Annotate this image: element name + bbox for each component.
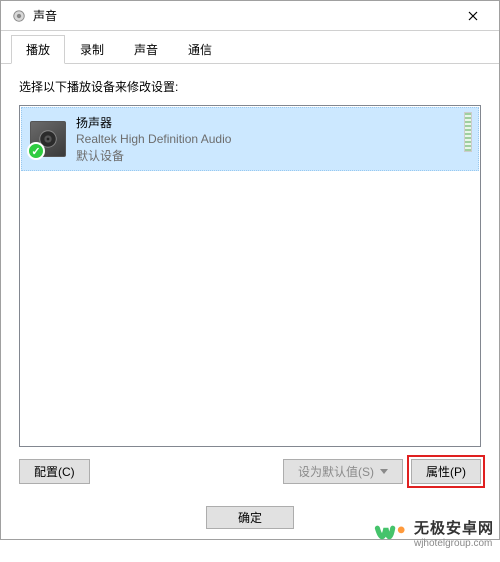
- device-item-speakers[interactable]: ✓ 扬声器 Realtek High Definition Audio 默认设备: [21, 107, 479, 171]
- device-list[interactable]: ✓ 扬声器 Realtek High Definition Audio 默认设备: [19, 105, 481, 447]
- bottom-button-row: 配置(C) 设为默认值(S) 属性(P): [19, 447, 481, 484]
- watermark-logo-icon: [374, 518, 408, 552]
- window-title: 声音: [33, 7, 450, 24]
- device-text: 扬声器 Realtek High Definition Audio 默认设备: [76, 114, 470, 164]
- default-check-icon: ✓: [27, 142, 45, 160]
- tab-sounds[interactable]: 声音: [119, 35, 173, 63]
- ok-button[interactable]: 确定: [206, 506, 294, 529]
- configure-button[interactable]: 配置(C): [19, 459, 90, 484]
- watermark-title: 无极安卓网: [414, 521, 494, 538]
- sound-icon: [11, 8, 27, 24]
- properties-button[interactable]: 属性(P): [411, 459, 481, 484]
- tab-playback[interactable]: 播放: [11, 35, 65, 64]
- instruction-text: 选择以下播放设备来修改设置:: [19, 78, 481, 95]
- device-icon-wrap: ✓: [30, 121, 66, 157]
- sound-dialog-window: 声音 播放 录制 声音 通信 选择以下播放设备来修改设置: ✓ 扬声器: [0, 0, 500, 540]
- set-default-button[interactable]: 设为默认值(S): [283, 459, 403, 484]
- tab-bar: 播放 录制 声音 通信: [1, 31, 499, 64]
- device-status: 默认设备: [76, 147, 470, 164]
- device-name: 扬声器: [76, 114, 470, 131]
- close-button[interactable]: [450, 2, 495, 30]
- level-meter: [464, 112, 472, 152]
- watermark: 无极安卓网 wjhotelgroup.com: [374, 518, 494, 552]
- tab-communications[interactable]: 通信: [173, 35, 227, 63]
- tab-content: 选择以下播放设备来修改设置: ✓ 扬声器 Realtek High Defini…: [1, 64, 499, 498]
- watermark-url: wjhotelgroup.com: [414, 538, 494, 549]
- device-driver: Realtek High Definition Audio: [76, 132, 470, 146]
- tab-recording[interactable]: 录制: [65, 35, 119, 63]
- titlebar: 声音: [1, 1, 499, 31]
